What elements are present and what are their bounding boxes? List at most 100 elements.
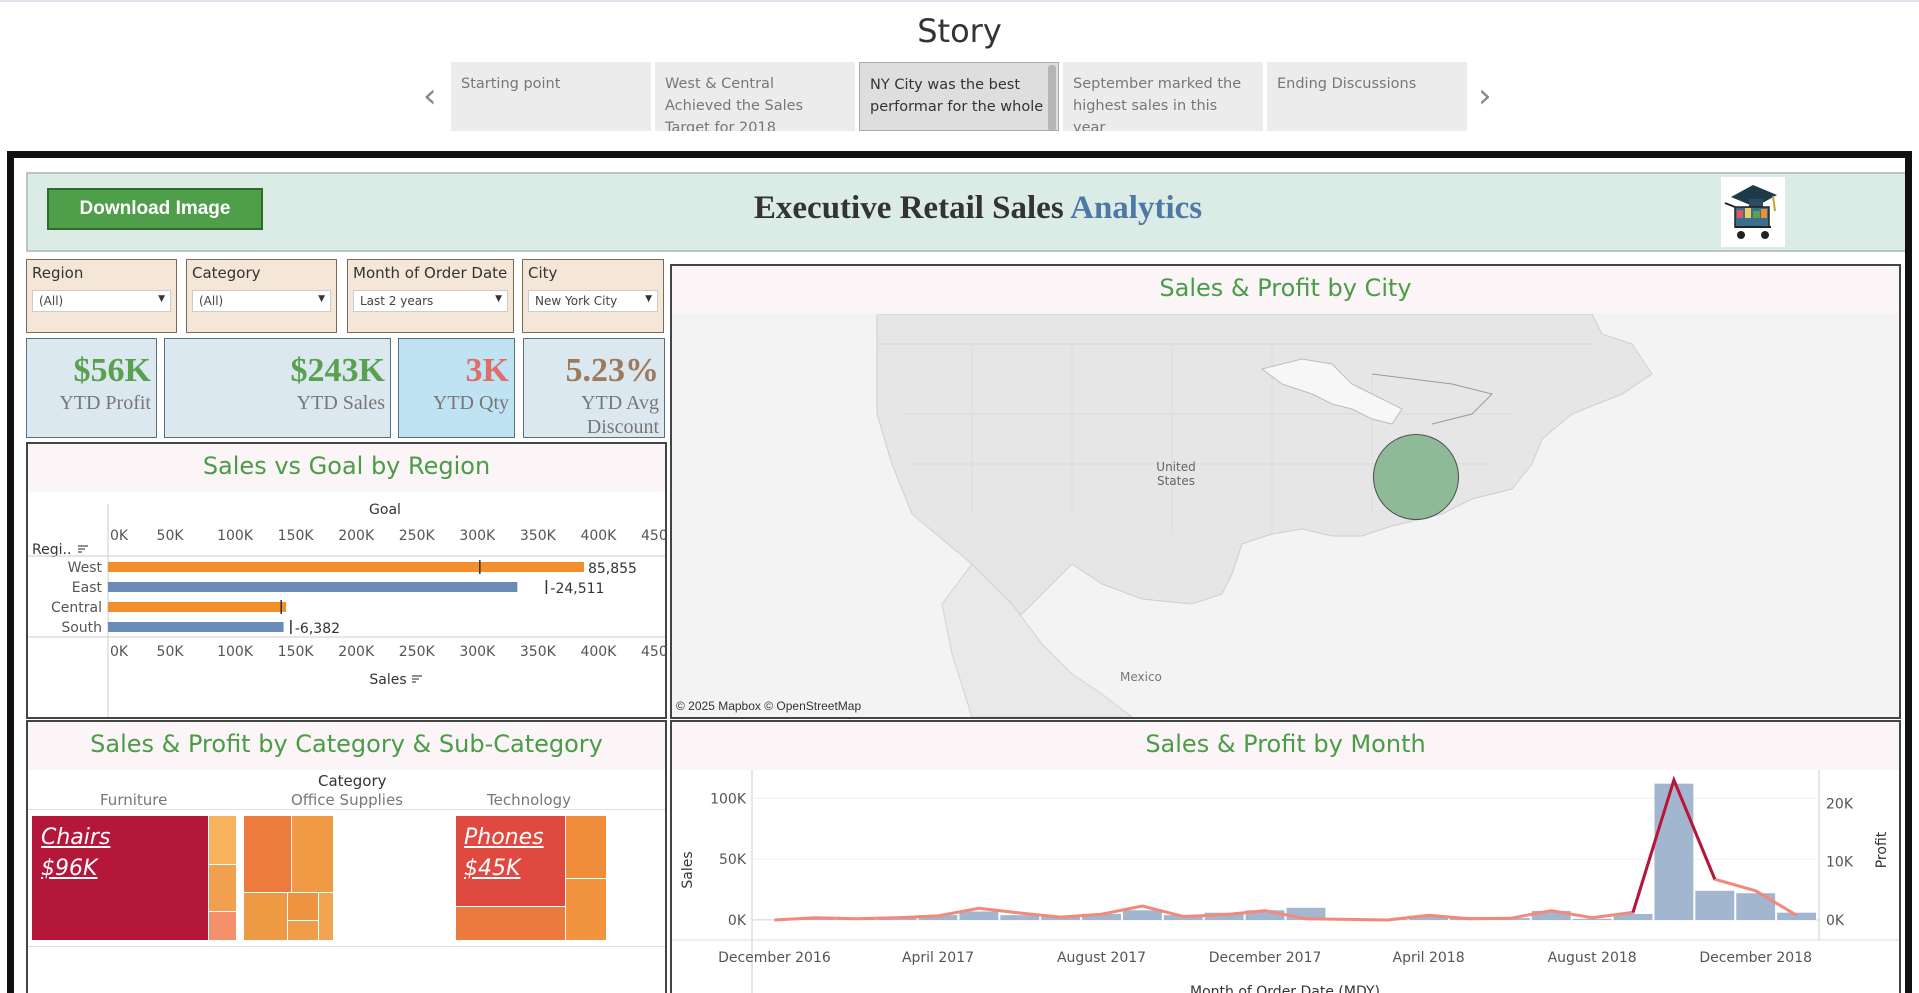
treemap-cell[interactable]	[292, 816, 333, 892]
kpi-ytd-qty: 3K YTD Qty	[398, 338, 515, 438]
profit-line[interactable]	[774, 775, 1798, 922]
city-bubble-new-york[interactable]	[1373, 434, 1459, 520]
story-title: Story	[917, 12, 1002, 50]
story-tab-ny-city[interactable]: NY City was the best performar for the w…	[859, 62, 1059, 131]
treemap-cell[interactable]	[209, 865, 236, 911]
kpi-label: YTD Sales	[296, 392, 385, 414]
top-tick-label: 350K	[520, 528, 557, 544]
top-tick-label: 200K	[338, 528, 375, 544]
filter-category[interactable]: Category (All) ▼	[186, 259, 337, 333]
story-tab-label: West & Central Achieved the Sales Target…	[665, 76, 804, 131]
caret-down-icon: ▼	[158, 294, 165, 304]
kpi-label: YTD Qty	[432, 392, 509, 414]
bottom-tick-label: 0K	[110, 644, 129, 660]
story-tab-september[interactable]: September marked the highest sales in th…	[1063, 62, 1263, 131]
dropdown-value: New York City	[535, 294, 618, 308]
bottom-tick-label: 250K	[399, 644, 436, 660]
right-tick-label: 10K	[1826, 855, 1854, 871]
right-tick-label: 0K	[1826, 913, 1845, 929]
title-accent: Analytics	[1070, 190, 1203, 226]
treemap-header: Category Furniture Office Supplies Techn…	[28, 770, 665, 810]
story-tab-west-central[interactable]: West & Central Achieved the Sales Target…	[655, 62, 855, 131]
story-tab-label: Ending Discussions	[1277, 76, 1417, 92]
x-tick-label: August 2017	[1057, 950, 1146, 966]
difference-label: -24,511	[550, 581, 604, 597]
filter-city[interactable]: City New York City ▼	[522, 259, 664, 333]
treemap-cell[interactable]	[288, 921, 318, 940]
sales-bar[interactable]	[108, 562, 584, 572]
filter-label: Region	[32, 264, 84, 282]
chevron-right-icon[interactable]: ›	[1478, 76, 1492, 116]
caret-down-icon: ▼	[495, 294, 502, 304]
sales-bar[interactable]	[1122, 910, 1162, 920]
treemap-cell[interactable]	[288, 893, 318, 920]
chevron-left-icon[interactable]: ‹	[423, 76, 437, 116]
tab-scrollbar[interactable]	[1048, 65, 1056, 130]
treemap-cell[interactable]	[319, 893, 333, 940]
region-dropdown[interactable]: (All) ▼	[32, 290, 171, 312]
sales-profit-city-panel: Sales & Profit by City United States Mex…	[670, 264, 1901, 719]
bottom-tick-label: 450K	[641, 644, 665, 660]
top-tick-label: 100K	[217, 528, 254, 544]
treemap-cell[interactable]	[209, 912, 236, 940]
bottom-tick-label: 300K	[459, 644, 496, 660]
dashboard-header: Download Image Executive Retail Sales An…	[26, 172, 1905, 252]
x-tick-label: April 2017	[902, 950, 974, 966]
top-tick-label: 250K	[399, 528, 436, 544]
sort-icon[interactable]	[412, 675, 422, 683]
sales-bar[interactable]	[108, 602, 287, 612]
treemap-cell[interactable]	[456, 907, 565, 940]
category-dropdown[interactable]: (All) ▼	[192, 290, 331, 312]
panel-title: Sales & Profit by Category & Sub-Categor…	[28, 722, 665, 770]
sales-vs-goal-chart[interactable]: Goal 0K 50K 100K 150K 200K 250K 300K 350K 400K 45…	[28, 492, 665, 717]
filter-label: Category	[192, 264, 261, 282]
panel-title: Sales & Profit by Month	[672, 722, 1899, 770]
sales-bar[interactable]	[108, 622, 284, 632]
caret-down-icon: ▼	[645, 294, 652, 304]
filter-region[interactable]: Region (All) ▼	[26, 259, 177, 333]
kpi-value: 3K	[465, 352, 509, 389]
filter-month[interactable]: Month of Order Date .. Last 2 years ▼	[347, 259, 514, 333]
caret-down-icon: ▼	[318, 294, 325, 304]
treemap-cell[interactable]	[566, 816, 606, 878]
dropdown-value: (All)	[39, 294, 64, 308]
x-tick-label: December 2018	[1699, 950, 1812, 966]
story-tab-starting-point[interactable]: Starting point	[451, 62, 651, 131]
sort-icon[interactable]	[78, 545, 88, 553]
dashboard-title: Executive Retail Sales Analytics	[528, 190, 1428, 227]
sales-profit-month-chart[interactable]: Sales Profit 100K 50K 0K 20K 10K 0K December…	[672, 770, 1899, 993]
treemap-cell[interactable]	[566, 879, 606, 940]
label-name: Phones	[464, 825, 544, 850]
panel-title: Sales & Profit by City	[672, 266, 1899, 314]
treemap-cell[interactable]	[244, 816, 291, 892]
region-label: East	[72, 580, 103, 596]
kpi-value: $56K	[73, 352, 151, 389]
bottom-tick-label: 200K	[338, 644, 375, 660]
story-tab-ending[interactable]: Ending Discussions	[1267, 62, 1467, 131]
x-axis-title: Month of Order Date (MDY)	[1190, 984, 1380, 993]
dashboard: Download Image Executive Retail Sales An…	[7, 151, 1912, 993]
top-tick-label: 150K	[278, 528, 315, 544]
x-tick-label: December 2016	[718, 950, 831, 966]
treemap-cell[interactable]	[244, 893, 287, 940]
left-tick-label: 50K	[719, 852, 747, 868]
treemap-header-label: Category	[318, 772, 387, 790]
sales-bar[interactable]	[959, 911, 999, 920]
sales-bar[interactable]	[1654, 783, 1694, 920]
treemap-label-chairs: Chairs $96K	[41, 822, 110, 884]
difference-label: -6,382	[295, 621, 340, 637]
bottom-tick-label: 350K	[520, 644, 557, 660]
map-canvas[interactable]: United States Mexico © 2025 Mapbox © Ope…	[672, 313, 1899, 717]
map-attribution[interactable]: © 2025 Mapbox © OpenStreetMap	[676, 699, 861, 713]
left-tick-label: 100K	[710, 791, 747, 807]
sales-bar[interactable]	[1695, 890, 1735, 920]
sales-bar[interactable]	[108, 582, 518, 592]
city-dropdown[interactable]: New York City ▼	[528, 290, 658, 312]
month-dropdown[interactable]: Last 2 years ▼	[353, 290, 508, 312]
label-name: Chairs	[41, 825, 111, 850]
bottom-tick-label: 100K	[217, 644, 254, 660]
download-image-button[interactable]: Download Image	[47, 188, 263, 230]
y-left-label: Sales	[680, 851, 696, 888]
treemap-cell[interactable]	[209, 816, 236, 864]
kpi-ytd-profit: $56K YTD Profit	[26, 338, 157, 438]
